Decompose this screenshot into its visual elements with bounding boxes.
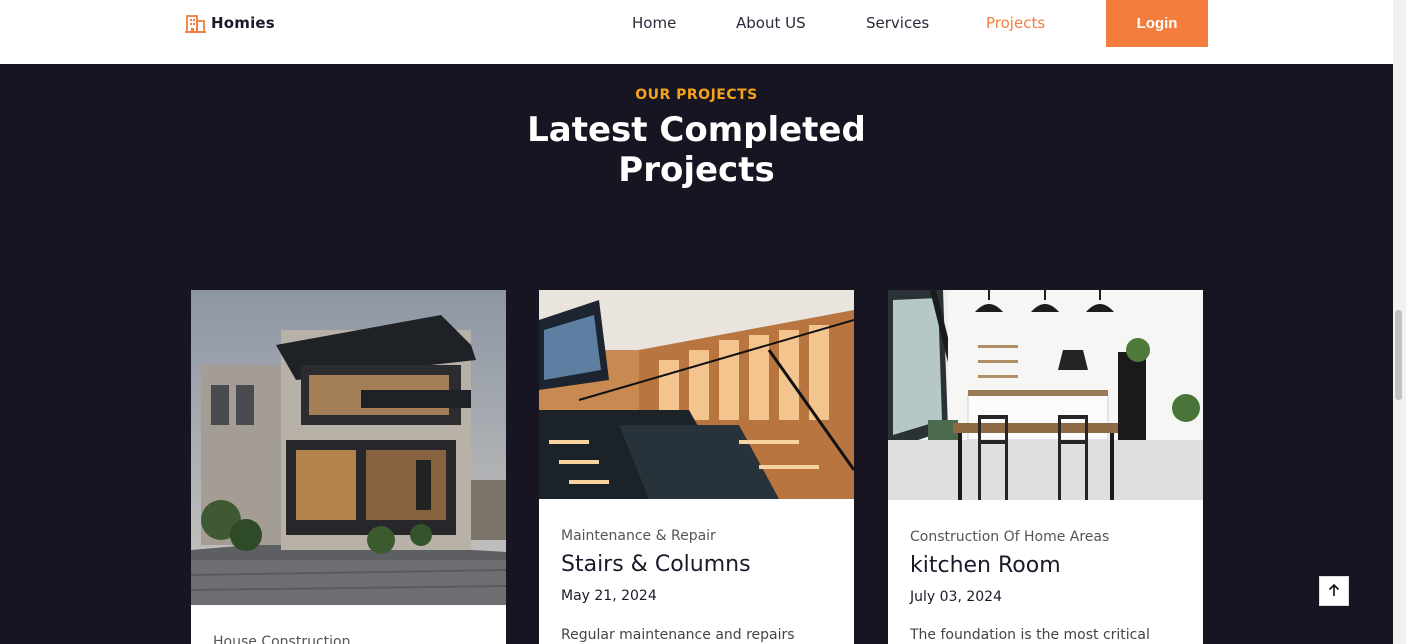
nav-item-projects[interactable]: Projects <box>986 14 1045 32</box>
section-eyebrow: OUR PROJECTS <box>635 87 758 103</box>
project-description: The foundation is the most critical <box>910 627 1150 643</box>
project-date: May 21, 2024 <box>561 588 657 604</box>
nav-item-about-us[interactable]: About US <box>736 14 806 32</box>
project-description: Regular maintenance and repairs <box>561 627 795 643</box>
arrow-up-icon <box>1327 583 1341 600</box>
page-scrollbar-thumb[interactable] <box>1395 310 1402 400</box>
project-card-kitchen[interactable]: Construction Of Home Areas kitchen Room … <box>888 290 1203 644</box>
project-card-house[interactable]: House Construction <box>191 290 506 644</box>
project-image-stairs <box>539 290 854 499</box>
project-category: House Construction <box>213 634 351 644</box>
section-heading: Latest Completed Projects <box>0 110 1393 190</box>
nav-item-services[interactable]: Services <box>866 14 929 32</box>
project-date: July 03, 2024 <box>910 589 1002 605</box>
project-title[interactable]: kitchen Room <box>910 553 1061 578</box>
brand-name: Homies <box>211 14 275 32</box>
nav-item-home[interactable]: Home <box>632 14 676 32</box>
login-button[interactable]: Login <box>1106 0 1208 47</box>
brand-logo[interactable]: Homies <box>185 13 275 33</box>
building-icon <box>185 13 207 33</box>
project-image-kitchen <box>888 290 1203 500</box>
project-title[interactable]: Stairs & Columns <box>561 552 751 577</box>
project-category: Construction Of Home Areas <box>910 529 1110 545</box>
section-heading-line2: Projects <box>618 150 775 190</box>
project-image-house <box>191 290 506 605</box>
navbar: Homies Home About US Services Projects L… <box>0 0 1393 64</box>
section-heading-line1: Latest Completed <box>527 110 866 150</box>
back-to-top-button[interactable] <box>1319 576 1349 606</box>
project-card-stairs[interactable]: Maintenance & Repair Stairs & Columns Ma… <box>539 290 854 644</box>
project-category: Maintenance & Repair <box>561 528 716 544</box>
